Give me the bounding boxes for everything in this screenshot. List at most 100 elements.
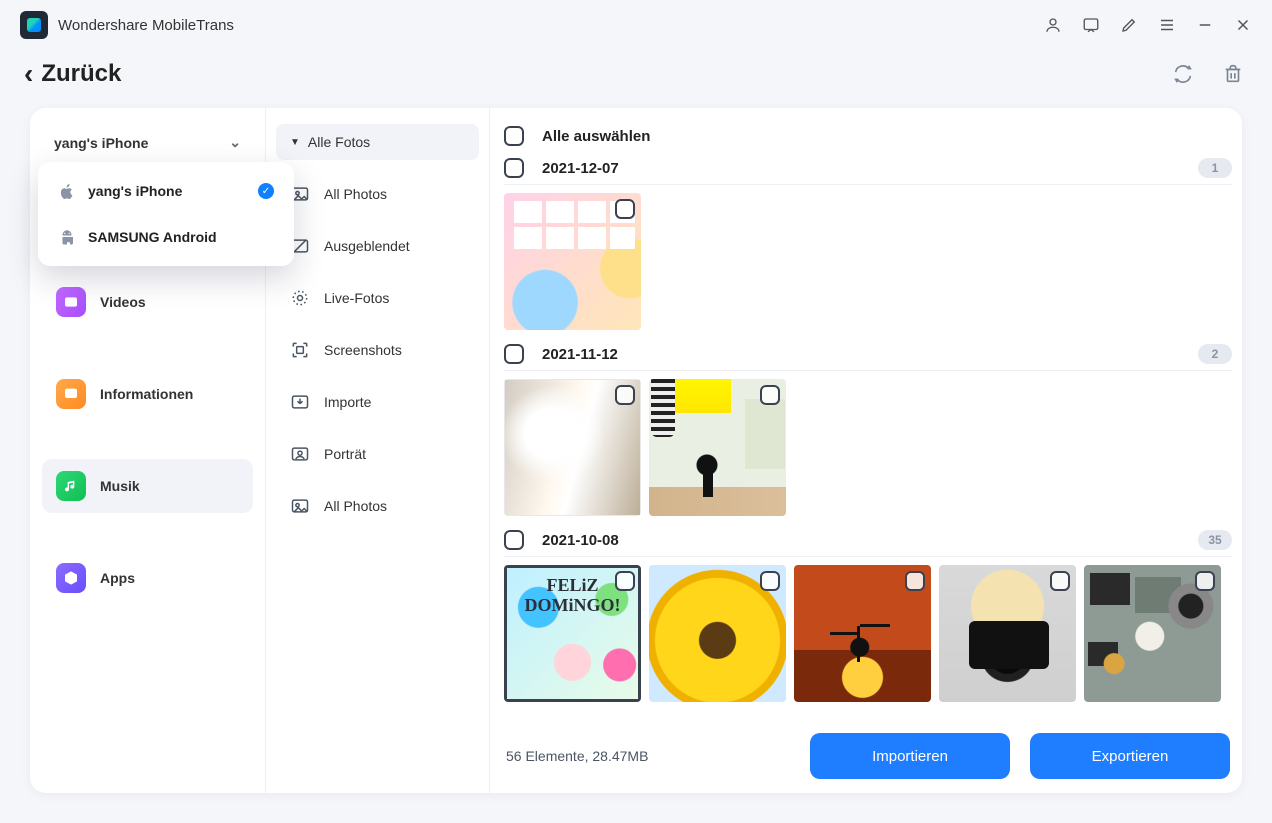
sidebar-item-informationen[interactable]: Informationen	[42, 367, 253, 421]
category-item-label: Screenshots	[324, 342, 402, 358]
sidebar-item-label: Apps	[100, 570, 135, 586]
group-date: 2021-12-07	[542, 160, 619, 177]
device-selector[interactable]: yang's iPhone ⌄	[40, 122, 255, 163]
portrait-icon	[290, 444, 310, 464]
sidebar-item-apps[interactable]: Apps	[42, 551, 253, 605]
edit-icon[interactable]	[1120, 16, 1138, 34]
category-item-label: All Photos	[324, 186, 387, 202]
trash-icon[interactable]	[1222, 63, 1244, 85]
thumbnail-checkbox[interactable]	[615, 571, 635, 591]
divider	[504, 556, 1232, 557]
category-item-all-photos[interactable]: All Photos	[276, 168, 479, 220]
status-text: 56 Elemente, 28.47MB	[506, 748, 648, 764]
category-column: ▼ Alle Fotos All Photos Ausgeblendet Liv…	[266, 108, 490, 793]
thumbnail-checkbox[interactable]	[615, 199, 635, 219]
group-checkbox[interactable]	[504, 158, 524, 178]
thumbnail-checkbox[interactable]	[1050, 571, 1070, 591]
device-option-iphone[interactable]: yang's iPhone ✓	[44, 168, 288, 214]
category-header[interactable]: ▼ Alle Fotos	[276, 124, 479, 160]
chevron-left-icon: ‹	[24, 60, 33, 88]
category-item-label: Porträt	[324, 446, 366, 462]
category-header-label: Alle Fotos	[308, 134, 370, 150]
main-panel: yang's iPhone ⌄ yang's iPhone ✓ SAMSUNG …	[30, 108, 1242, 793]
live-photo-icon	[290, 288, 310, 308]
date-group-header: 2021-11-12 2	[500, 340, 1236, 370]
category-item-label: All Photos	[324, 498, 387, 514]
group-checkbox[interactable]	[504, 530, 524, 550]
device-option-label: yang's iPhone	[88, 183, 246, 199]
category-item-label: Importe	[324, 394, 371, 410]
sidebar-item-musik[interactable]: Musik	[42, 459, 253, 513]
sidebar-item-label: Videos	[100, 294, 146, 310]
thumbnail-checkbox[interactable]	[1195, 571, 1215, 591]
chevron-down-icon: ⌄	[229, 134, 241, 151]
header-row: ‹ Zurück	[0, 50, 1272, 88]
category-item-all-photos-2[interactable]: All Photos	[276, 480, 479, 532]
sidebar-column: yang's iPhone ⌄ yang's iPhone ✓ SAMSUNG …	[30, 108, 266, 793]
photo-thumbnail[interactable]	[504, 193, 641, 330]
apps-icon	[56, 563, 86, 593]
device-selector-label: yang's iPhone	[54, 135, 148, 151]
category-item-label: Live-Fotos	[324, 290, 389, 306]
minimize-icon[interactable]	[1196, 16, 1214, 34]
category-item-importe[interactable]: Importe	[276, 376, 479, 428]
group-checkbox[interactable]	[504, 344, 524, 364]
photo-thumbnail[interactable]	[939, 565, 1076, 702]
divider	[504, 370, 1232, 371]
category-item-live-fotos[interactable]: Live-Fotos	[276, 272, 479, 324]
app-title: Wondershare MobileTrans	[58, 17, 234, 34]
content-column: Alle auswählen 2021-12-07 1 2021-11-12 2	[490, 108, 1242, 793]
group-date: 2021-10-08	[542, 532, 619, 549]
thumbnail-checkbox[interactable]	[760, 385, 780, 405]
import-button[interactable]: Importieren	[810, 733, 1010, 779]
group-date: 2021-11-12	[542, 346, 618, 363]
title-bar: Wondershare MobileTrans	[0, 0, 1272, 50]
photo-thumbnail[interactable]	[794, 565, 931, 702]
check-icon: ✓	[258, 183, 274, 199]
account-icon[interactable]	[1044, 16, 1062, 34]
select-all-label: Alle auswählen	[542, 128, 650, 145]
group-count: 35	[1198, 530, 1232, 550]
sidebar-item-label: Informationen	[100, 386, 193, 402]
sync-icon[interactable]	[1172, 63, 1194, 85]
sidebar-item-videos[interactable]: Videos	[42, 275, 253, 329]
thumbnail-checkbox[interactable]	[905, 571, 925, 591]
date-group-header: 2021-10-08 35	[500, 526, 1236, 556]
photo-thumbnail[interactable]	[504, 565, 641, 702]
export-button[interactable]: Exportieren	[1030, 733, 1230, 779]
divider	[504, 184, 1232, 185]
photo-thumbnail[interactable]	[649, 379, 786, 516]
screenshot-icon	[290, 340, 310, 360]
photo-thumbnail[interactable]	[504, 379, 641, 516]
triangle-down-icon: ▼	[290, 137, 300, 148]
photo-thumbnail[interactable]	[1084, 565, 1221, 702]
category-item-screenshots[interactable]: Screenshots	[276, 324, 479, 376]
date-group-header: 2021-12-07 1	[500, 154, 1236, 184]
videos-icon	[56, 287, 86, 317]
menu-icon[interactable]	[1158, 16, 1176, 34]
category-item-label: Ausgeblendet	[324, 238, 410, 254]
photos-icon	[290, 496, 310, 516]
group-count: 1	[1198, 158, 1232, 178]
apple-icon	[58, 182, 76, 200]
device-option-label: SAMSUNG Android	[88, 229, 274, 245]
device-option-android[interactable]: SAMSUNG Android	[44, 214, 288, 260]
thumbnail-checkbox[interactable]	[615, 385, 635, 405]
android-icon	[58, 228, 76, 246]
content-footer: 56 Elemente, 28.47MB Importieren Exporti…	[500, 721, 1236, 783]
category-item-portrait[interactable]: Porträt	[276, 428, 479, 480]
info-icon	[56, 379, 86, 409]
back-label: Zurück	[41, 60, 121, 88]
sidebar-item-label: Musik	[100, 478, 140, 494]
photo-thumbnail[interactable]	[649, 565, 786, 702]
category-item-ausgeblendet[interactable]: Ausgeblendet	[276, 220, 479, 272]
select-all-checkbox[interactable]	[504, 126, 524, 146]
import-icon	[290, 392, 310, 412]
group-count: 2	[1198, 344, 1232, 364]
device-dropdown: yang's iPhone ✓ SAMSUNG Android	[38, 162, 294, 266]
app-icon	[20, 11, 48, 39]
thumbnail-checkbox[interactable]	[760, 571, 780, 591]
close-icon[interactable]	[1234, 16, 1252, 34]
back-button[interactable]: ‹ Zurück	[24, 60, 121, 88]
feedback-icon[interactable]	[1082, 16, 1100, 34]
